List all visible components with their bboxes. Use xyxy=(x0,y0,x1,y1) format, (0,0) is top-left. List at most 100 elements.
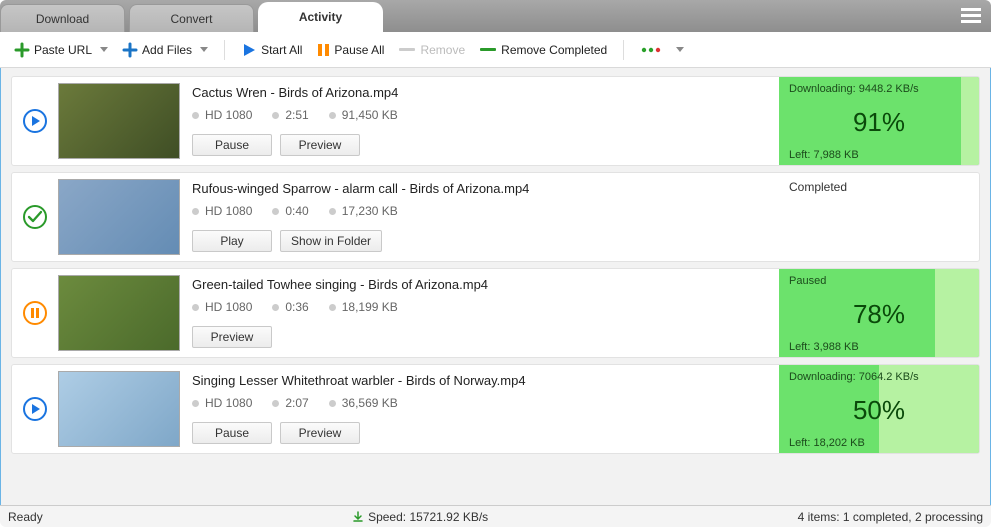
item-quality: HD 1080 xyxy=(192,204,252,218)
item-size: 91,450 KB xyxy=(329,108,398,122)
progress-speed: Downloading: 9448.2 KB/s xyxy=(789,83,969,95)
item-size: 36,569 KB xyxy=(329,396,398,410)
progress-panel: Downloading: 7064.2 KB/s 50% Left: 18,20… xyxy=(779,365,979,453)
play-icon xyxy=(241,42,257,58)
separator xyxy=(224,40,225,60)
status-bar: Ready Speed: 15721.92 KB/s 4 items: 1 co… xyxy=(0,505,991,527)
progress-speed: Paused xyxy=(789,275,969,287)
status-completed-icon xyxy=(12,173,58,261)
status-downloading-icon xyxy=(12,77,58,165)
add-files-label: Add Files xyxy=(142,43,192,57)
tab-activity[interactable]: Activity xyxy=(258,2,383,32)
list-item[interactable]: Rufous-winged Sparrow - alarm call - Bir… xyxy=(11,172,980,262)
tab-convert-label: Convert xyxy=(170,12,212,26)
show-in-folder-button[interactable]: Show in Folder xyxy=(280,230,382,252)
hamburger-menu-icon[interactable] xyxy=(957,4,985,26)
tab-download[interactable]: Download xyxy=(0,4,125,32)
item-meta: Green-tailed Towhee singing - Birds of A… xyxy=(180,269,779,357)
plus-icon xyxy=(14,42,30,58)
item-meta: Cactus Wren - Birds of Arizona.mp4 HD 10… xyxy=(180,77,779,165)
progress-left: Left: 18,202 KB xyxy=(789,437,969,449)
status-speed: Speed: 15721.92 KB/s xyxy=(352,510,488,524)
item-info: HD 1080 0:36 18,199 KB xyxy=(192,300,767,314)
download-list: Cactus Wren - Birds of Arizona.mp4 HD 10… xyxy=(0,68,991,505)
toolbar: Paste URL Add Files Start All Pause All … xyxy=(0,32,991,68)
start-all-label: Start All xyxy=(261,43,302,57)
remove-label: Remove xyxy=(420,43,465,57)
item-duration: 0:36 xyxy=(272,300,308,314)
options-button[interactable] xyxy=(636,40,688,60)
play-button[interactable]: Play xyxy=(192,230,272,252)
download-speed-icon xyxy=(352,511,364,523)
preview-button[interactable]: Preview xyxy=(192,326,272,348)
preview-button[interactable]: Preview xyxy=(280,134,360,156)
item-buttons: Pause Preview xyxy=(192,422,767,444)
chevron-down-icon xyxy=(100,47,108,52)
list-item[interactable]: Cactus Wren - Birds of Arizona.mp4 HD 10… xyxy=(11,76,980,166)
remove-completed-label: Remove Completed xyxy=(501,43,607,57)
add-files-button[interactable]: Add Files xyxy=(118,40,212,60)
status-downloading-icon xyxy=(12,365,58,453)
status-summary: 4 items: 1 completed, 2 processing xyxy=(798,510,983,524)
status-ready: Ready xyxy=(8,510,43,524)
tab-activity-label: Activity xyxy=(299,10,342,24)
dots-icon xyxy=(640,42,668,58)
minus-icon xyxy=(479,42,497,58)
progress-panel: Downloading: 9448.2 KB/s 91% Left: 7,988… xyxy=(779,77,979,165)
progress-percent: 78% xyxy=(789,299,969,330)
item-info: HD 1080 2:07 36,569 KB xyxy=(192,396,767,410)
item-info: HD 1080 0:40 17,230 KB xyxy=(192,204,767,218)
progress-panel: Paused 78% Left: 3,988 KB xyxy=(779,269,979,357)
item-title: Green-tailed Towhee singing - Birds of A… xyxy=(192,277,767,292)
video-thumbnail xyxy=(58,275,180,351)
item-meta: Rufous-winged Sparrow - alarm call - Bir… xyxy=(180,173,779,261)
item-title: Cactus Wren - Birds of Arizona.mp4 xyxy=(192,85,767,100)
progress-percent: 91% xyxy=(789,107,969,138)
minus-icon xyxy=(398,42,416,58)
pause-icon xyxy=(316,42,330,58)
video-thumbnail xyxy=(58,371,180,447)
item-duration: 0:40 xyxy=(272,204,308,218)
chevron-down-icon xyxy=(200,47,208,52)
video-thumbnail xyxy=(58,179,180,255)
item-size: 18,199 KB xyxy=(329,300,398,314)
tab-bar: Download Convert Activity xyxy=(0,0,991,32)
status-paused-icon xyxy=(12,269,58,357)
pause-button[interactable]: Pause xyxy=(192,134,272,156)
paste-url-button[interactable]: Paste URL xyxy=(10,40,112,60)
item-title: Rufous-winged Sparrow - alarm call - Bir… xyxy=(192,181,767,196)
item-title: Singing Lesser Whitethroat warbler - Bir… xyxy=(192,373,767,388)
progress-panel: Completed xyxy=(779,173,979,261)
list-item[interactable]: Green-tailed Towhee singing - Birds of A… xyxy=(11,268,980,358)
progress-left: Left: 3,988 KB xyxy=(789,341,969,353)
remove-completed-button[interactable]: Remove Completed xyxy=(475,40,611,60)
item-quality: HD 1080 xyxy=(192,108,252,122)
progress-left: Left: 7,988 KB xyxy=(789,149,969,161)
item-quality: HD 1080 xyxy=(192,396,252,410)
item-quality: HD 1080 xyxy=(192,300,252,314)
item-buttons: Play Show in Folder xyxy=(192,230,767,252)
pause-all-label: Pause All xyxy=(334,43,384,57)
tab-convert[interactable]: Convert xyxy=(129,4,254,32)
chevron-down-icon xyxy=(676,47,684,52)
remove-button[interactable]: Remove xyxy=(394,40,469,60)
video-thumbnail xyxy=(58,83,180,159)
status-completed-text: Completed xyxy=(789,180,847,194)
progress-percent: 50% xyxy=(789,395,969,426)
separator xyxy=(623,40,624,60)
tab-download-label: Download xyxy=(36,12,89,26)
plus-icon xyxy=(122,42,138,58)
pause-all-button[interactable]: Pause All xyxy=(312,40,388,60)
item-size: 17,230 KB xyxy=(329,204,398,218)
preview-button[interactable]: Preview xyxy=(280,422,360,444)
item-duration: 2:51 xyxy=(272,108,308,122)
list-item[interactable]: Singing Lesser Whitethroat warbler - Bir… xyxy=(11,364,980,454)
item-info: HD 1080 2:51 91,450 KB xyxy=(192,108,767,122)
item-buttons: Preview xyxy=(192,326,767,348)
item-duration: 2:07 xyxy=(272,396,308,410)
progress-speed: Downloading: 7064.2 KB/s xyxy=(789,371,969,383)
start-all-button[interactable]: Start All xyxy=(237,40,306,60)
pause-button[interactable]: Pause xyxy=(192,422,272,444)
item-meta: Singing Lesser Whitethroat warbler - Bir… xyxy=(180,365,779,453)
item-buttons: Pause Preview xyxy=(192,134,767,156)
